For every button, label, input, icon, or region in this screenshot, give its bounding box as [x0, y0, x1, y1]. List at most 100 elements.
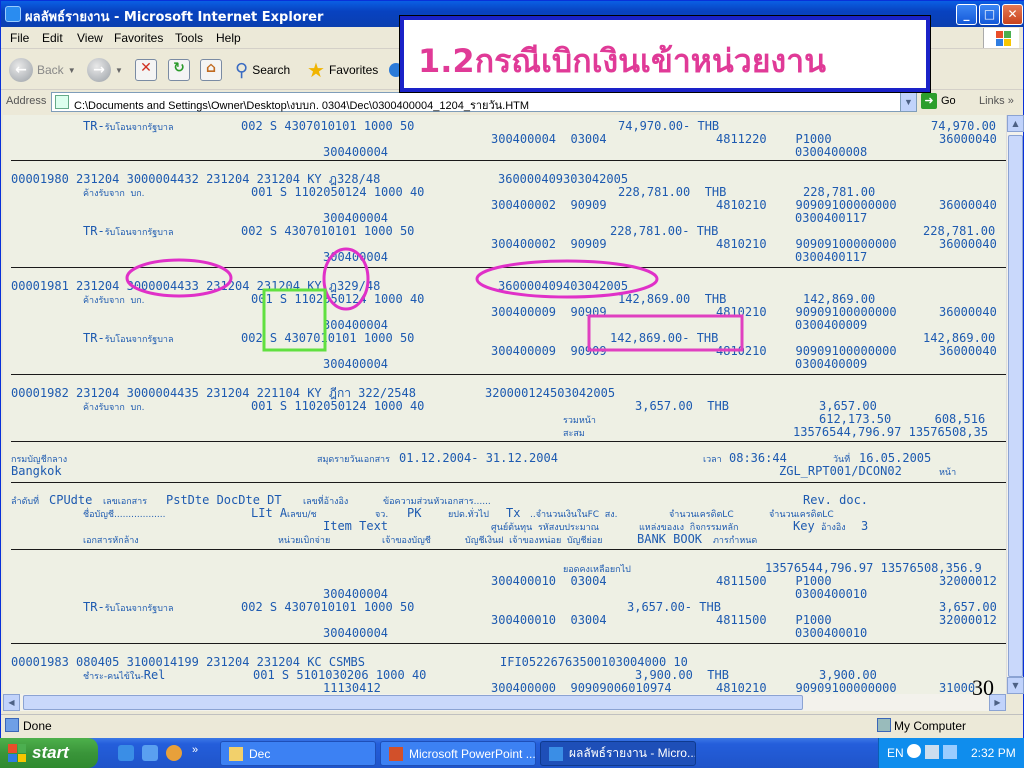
report-value: 4811220 P1000	[716, 132, 832, 146]
report-value: 002 S 4307010101 1000 50	[241, 600, 415, 614]
report-value: 0300400009	[795, 318, 868, 332]
report-label: ค้างรับจาก บก.	[83, 189, 145, 199]
report-value: 142,869.00	[923, 331, 996, 345]
report-text: 001 S 1102050124 1000 40	[251, 186, 424, 199]
address-url: C:\Documents and Settings\Owner\Desktop\…	[74, 100, 530, 112]
report-value: 300400004	[323, 626, 389, 640]
scroll-up-icon[interactable]: ▲	[1007, 115, 1024, 132]
report-label: ชำระ-คนไข้ใน-	[83, 672, 144, 682]
help-icon[interactable]	[907, 744, 921, 758]
task-ie-report[interactable]: ผลลัพธ์รายงาน - Micro...	[540, 741, 696, 766]
menu-file[interactable]: File	[10, 31, 29, 45]
report-text: 36000040	[939, 199, 997, 212]
report-text: เจ้าของบัญชี	[382, 533, 431, 547]
report-label: สะสม	[563, 429, 585, 439]
language-indicator[interactable]: EN	[887, 746, 904, 760]
report-value: 001 S 1102050124 1000 40	[251, 185, 425, 199]
report-value: IFI05226763500103004000 10	[500, 655, 688, 669]
report-label: เลขที่อ้างอิง	[303, 497, 349, 507]
horizontal-scrollbar[interactable]: ◀ ▶	[3, 694, 1006, 711]
report-label: รับโอนจากรัฐบาล	[104, 604, 174, 614]
report-value: 08:36:44	[729, 451, 787, 465]
report-text: 300400000 90909006010974	[491, 682, 672, 695]
report-text: 3,657.00 THB	[635, 400, 729, 413]
go-button[interactable]: ➜ Go	[921, 93, 956, 109]
report-label: ค้างรับจาก บก.	[83, 296, 145, 306]
report-text: หน่วยเบิกจ่าย	[278, 533, 330, 547]
report-label: ..จำนวนเงินในFC สง.	[530, 510, 618, 520]
report-text: ลำดับที่	[11, 494, 39, 508]
menu-tools[interactable]: Tools	[175, 31, 203, 45]
report-value: TR-	[83, 600, 105, 614]
report-text: ..จำนวนเงินในFC สง.	[530, 507, 618, 521]
outlook-quicklaunch-icon[interactable]	[142, 745, 158, 761]
stop-button[interactable]: ✕	[135, 56, 157, 84]
report-text: 3	[861, 520, 868, 533]
menu-help[interactable]: Help	[216, 31, 241, 45]
address-bar: Address C:\Documents and Settings\Owner\…	[1, 91, 1023, 113]
task-dec-folder[interactable]: Dec	[220, 741, 376, 766]
task-powerpoint[interactable]: Microsoft PowerPoint ...	[380, 741, 536, 766]
vertical-scroll-thumb[interactable]	[1008, 135, 1023, 677]
scroll-down-icon[interactable]: ▼	[1007, 677, 1024, 694]
report-text: 001 S 1102050124 1000 40	[251, 400, 424, 413]
media-quicklaunch-icon[interactable]	[166, 745, 182, 761]
monitor-icon[interactable]	[943, 745, 957, 759]
vertical-scrollbar[interactable]: ▲ ▼	[1006, 115, 1024, 694]
report-text: LIt A	[251, 507, 287, 520]
start-button[interactable]: start	[0, 738, 98, 768]
home-button[interactable]: ⌂	[200, 56, 222, 84]
report-value: 3,900.00	[819, 668, 877, 682]
report-text: 13576544,796.97 13576508,35	[793, 426, 988, 439]
report-value: 16.05.2005	[859, 451, 932, 465]
maximize-button[interactable]: □	[979, 4, 1000, 25]
report-value: 300400002 90909	[491, 237, 607, 251]
network-icon[interactable]	[925, 745, 939, 759]
report-value: 300400010 03004	[491, 613, 607, 627]
report-value: 300400004	[323, 250, 389, 264]
report-text: ค้างรับจาก บก.	[83, 293, 145, 307]
report-value: 4810210 90909100000000	[716, 198, 897, 212]
report-value: 3,657.00	[939, 600, 997, 614]
back-button[interactable]: ← Back ▼	[9, 56, 76, 84]
report-value: 36000040	[939, 132, 997, 146]
menu-edit[interactable]: Edit	[42, 31, 63, 45]
horizontal-scroll-thumb[interactable]	[23, 695, 803, 710]
system-tray: EN 2:32 PM	[878, 738, 1024, 768]
report-label: สมุดรายวันเอกสาร	[317, 455, 390, 465]
report-separator	[11, 267, 1006, 268]
report-text: 32000012	[939, 614, 997, 627]
search-button[interactable]: ⚲ Search	[235, 56, 290, 84]
report-text: 11130412	[323, 682, 381, 695]
report-text: 0300400009	[795, 358, 867, 371]
report-text: เอกสารหักล้าง	[83, 533, 139, 547]
quicklaunch-more-icon[interactable]: »	[192, 744, 198, 756]
report-value: 4810210 90909100000000	[716, 237, 897, 251]
html-file-icon	[55, 95, 69, 109]
address-input[interactable]: C:\Documents and Settings\Owner\Desktop\…	[51, 92, 917, 112]
task-label: ผลลัพธ์รายงาน - Micro...	[569, 746, 696, 760]
report-text: 001 S 1102050124 1000 40	[251, 293, 424, 306]
report-text: เลขเอกสาร	[103, 494, 147, 508]
report-label: ข้อความส่วนหัวเอกสาร......	[383, 497, 491, 507]
minimize-button[interactable]: _	[956, 4, 977, 25]
refresh-button[interactable]: ↻	[168, 56, 190, 84]
menu-view[interactable]: View	[77, 31, 103, 45]
favorites-button[interactable]: ★ Favorites	[307, 56, 378, 84]
close-button[interactable]: ✕	[1002, 4, 1023, 25]
menu-favorites[interactable]: Favorites	[114, 31, 163, 45]
report-value: Tx	[506, 506, 521, 520]
report-text: Key	[793, 520, 815, 533]
report-value: 3,657.00- THB	[627, 600, 721, 614]
report-label: เอกสารหักล้าง	[83, 536, 139, 546]
page-done-icon	[5, 718, 19, 732]
ie-quicklaunch-icon[interactable]	[118, 745, 134, 761]
scroll-left-icon[interactable]: ◀	[3, 694, 20, 711]
report-label: บัญชีเงินฝ เจ้าของหน่อย บัญชีย่อย	[465, 536, 603, 546]
forward-button[interactable]: → ▼	[87, 56, 123, 84]
links-button[interactable]: Links »	[979, 95, 1014, 107]
report-text: 300400004	[323, 358, 388, 371]
report-label: เลขบ/ช	[287, 510, 317, 520]
report-value: Rel	[143, 668, 166, 682]
address-dropdown-icon[interactable]: ▼	[900, 93, 916, 111]
